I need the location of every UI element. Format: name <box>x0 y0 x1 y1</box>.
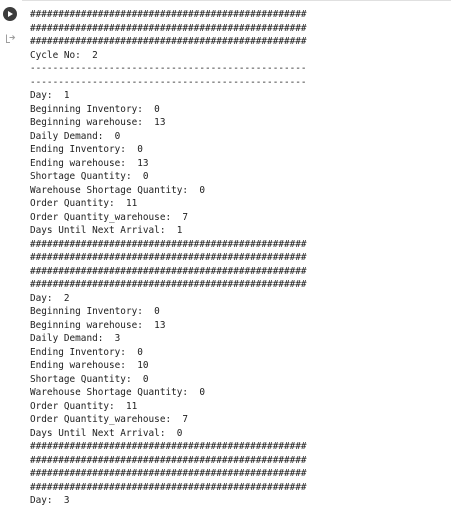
output-line: Order Quantity: 11 <box>30 198 138 209</box>
output-line: Ending warehouse: 10 <box>30 360 149 371</box>
output-line: ########################################… <box>30 441 307 452</box>
output-line: Beginning warehouse: 13 <box>30 319 166 331</box>
cell-top-border <box>22 0 451 1</box>
output-line: Days Until Next Arrival: 1 <box>30 225 183 236</box>
output-line: Ending Inventory: 0 <box>30 144 143 155</box>
output-line: Day: 1 <box>30 90 70 101</box>
output-line: Daily Demand: 0 <box>30 130 121 142</box>
output-redirect-icon[interactable] <box>5 29 16 48</box>
output-line: Ending Inventory: 0 <box>30 346 143 358</box>
output-line: ########################################… <box>30 9 307 20</box>
run-cell-button[interactable] <box>3 7 17 21</box>
output-line: ########################################… <box>30 238 307 250</box>
output-line: ########################################… <box>30 252 307 263</box>
output-line: ########################################… <box>30 22 307 34</box>
output-line: Ending warehouse: 13 <box>30 157 149 169</box>
output-line: ########################################… <box>30 265 307 277</box>
output-line: Order Quantity_warehouse: 7 <box>30 211 189 223</box>
output-line: Shortage Quantity: 0 <box>30 373 149 385</box>
output-line: Order Quantity_warehouse: 7 <box>30 414 189 425</box>
output-line: Day: 3 <box>30 495 70 506</box>
output-line: Cycle No: 2 <box>30 49 98 61</box>
output-line: Warehouse Shortage Quantity: 0 <box>30 387 205 398</box>
output-line: ----------------------------------------… <box>30 63 307 74</box>
output-line: Days Until Next Arrival: 0 <box>30 427 183 439</box>
output-line: ########################################… <box>30 454 307 466</box>
output-line: ########################################… <box>30 279 307 290</box>
output-line: Order Quantity: 11 <box>30 400 138 412</box>
output-line: Beginning Inventory: 0 <box>30 306 160 317</box>
output-line: Beginning warehouse: 13 <box>30 117 166 128</box>
play-icon <box>8 11 13 17</box>
output-line: Day: 2 <box>30 292 70 304</box>
cell-output-text: ########################################… <box>30 8 451 508</box>
output-line: Beginning Inventory: 0 <box>30 103 160 115</box>
output-line: ----------------------------------------… <box>30 76 307 88</box>
cell-gutter <box>0 0 24 520</box>
output-line: Warehouse Shortage Quantity: 0 <box>30 184 205 196</box>
output-line: Daily Demand: 3 <box>30 333 121 344</box>
output-line: ########################################… <box>30 36 307 47</box>
output-line: ########################################… <box>30 468 307 479</box>
output-line: Shortage Quantity: 0 <box>30 171 149 182</box>
output-line: ########################################… <box>30 481 307 493</box>
